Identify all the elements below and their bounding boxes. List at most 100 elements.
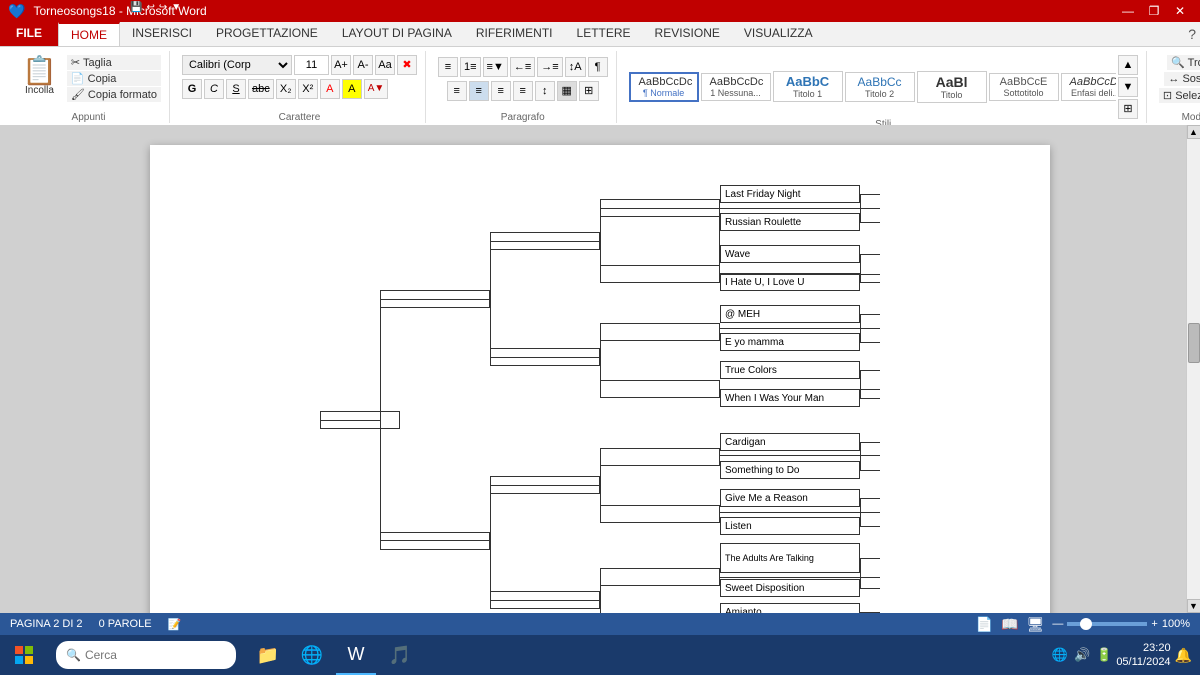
styles-scroll-up[interactable]: ▲ (1118, 55, 1138, 75)
subscript-button[interactable]: X₂ (276, 79, 296, 99)
tab-lettere[interactable]: LETTERE (565, 22, 643, 46)
maximize-button[interactable]: ❐ (1142, 2, 1166, 20)
line-7b (860, 588, 880, 589)
taskbar-explorer[interactable]: 📁 (248, 635, 288, 675)
style-normale[interactable]: AaBbCcDc ¶ Normale (629, 72, 699, 102)
align-center-button[interactable]: ≡ (469, 81, 489, 101)
sort-button[interactable]: ↕A (565, 57, 586, 77)
style-nessuna[interactable]: AaBbCcDc 1 Nessuna... (701, 73, 771, 101)
carattere-group: Calibri (Corp A+ A- Aa ✖ G C S abc X₂ X²… (174, 51, 426, 123)
song-6: E yo mamma (720, 333, 860, 351)
scroll-track (1187, 139, 1200, 599)
battery-icon[interactable]: 🔋 (1096, 647, 1112, 663)
r2-v-4 (600, 577, 601, 613)
paste-button[interactable]: 📋 Incolla (16, 55, 63, 98)
notification-icon[interactable]: 🔔 (1175, 647, 1192, 664)
r2-match-6 (600, 505, 720, 523)
tab-riferimenti[interactable]: RIFERIMENTI (464, 22, 565, 46)
justify-button[interactable]: ≡ (513, 81, 533, 101)
align-right-button[interactable]: ≡ (491, 81, 511, 101)
r2-match-7 (600, 568, 720, 586)
style-titolo[interactable]: AaBl Titolo (917, 71, 987, 103)
zoom-slider[interactable] (1067, 622, 1147, 626)
change-case-button[interactable]: Aa (375, 55, 395, 75)
text-color-button[interactable]: A▼ (364, 79, 389, 99)
song-14: Sweet Disposition (720, 579, 860, 597)
italic-button[interactable]: C (204, 79, 224, 99)
system-clock[interactable]: 23:20 05/11/2024 (1116, 641, 1170, 670)
proofing-icon[interactable]: 📝 (168, 618, 182, 631)
network-icon[interactable]: 🌐 (1052, 647, 1068, 663)
tab-file[interactable]: FILE (0, 22, 58, 46)
taskbar-chrome[interactable]: 🌐 (292, 635, 332, 675)
decrease-indent-button[interactable]: ←≡ (510, 57, 535, 77)
find-button[interactable]: 🔍 Trova ▼ (1167, 55, 1200, 70)
bold-button[interactable]: G (182, 79, 202, 99)
style-titolo2[interactable]: AaBbCc Titolo 2 (845, 72, 915, 102)
strikethrough-button[interactable]: abc (248, 79, 274, 99)
underline-button[interactable]: S (226, 79, 246, 99)
replace-button[interactable]: ↔ Sostituisci (1164, 72, 1200, 86)
taskbar-spotify[interactable]: 🎵 (380, 635, 420, 675)
tab-layout[interactable]: LAYOUT DI PAGINA (330, 22, 464, 46)
align-left-button[interactable]: ≡ (447, 81, 467, 101)
qa-redo[interactable]: ↪ (159, 2, 167, 13)
search-input[interactable] (85, 648, 215, 662)
tab-progettazione[interactable]: PROGETTAZIONE (204, 22, 330, 46)
font-grow-button[interactable]: A+ (331, 55, 351, 75)
song-12: Listen (720, 517, 860, 535)
format-copy-button[interactable]: 🖌 Copia formato (67, 87, 161, 102)
increase-indent-button[interactable]: →≡ (537, 57, 562, 77)
font-size-input[interactable] (294, 55, 329, 75)
view-reading[interactable]: 📖 (1001, 616, 1018, 633)
multilevel-button[interactable]: ≡▼ (483, 57, 508, 77)
borders-button[interactable]: ⊞ (579, 81, 599, 101)
styles-scroll-down[interactable]: ▼ (1118, 77, 1138, 97)
numbering-button[interactable]: 1≡ (460, 57, 481, 77)
bullets-button[interactable]: ≡ (438, 57, 458, 77)
tab-revisione[interactable]: REVISIONE (643, 22, 732, 46)
font-color-button[interactable]: A (320, 79, 340, 99)
qa-custom[interactable]: ▼ (171, 2, 181, 13)
view-layout[interactable]: 🖥 (1027, 616, 1045, 633)
superscript-button[interactable]: X² (298, 79, 318, 99)
line-5a (860, 442, 880, 443)
style-titolo1[interactable]: AaBbC Titolo 1 (773, 71, 843, 102)
r2-v-1 (600, 208, 601, 274)
clear-format-button[interactable]: ✖ (397, 55, 417, 75)
help-button[interactable]: ? (1188, 26, 1196, 42)
volume-icon[interactable]: 🔊 (1074, 647, 1090, 663)
tab-visualizza[interactable]: VISUALIZZA (732, 22, 825, 46)
select-button[interactable]: ⊡ Seleziona ▼ (1159, 88, 1200, 103)
scroll-thumb[interactable] (1188, 323, 1200, 363)
highlight-button[interactable]: A (342, 79, 362, 99)
qa-save[interactable]: 💾 (130, 2, 142, 13)
cut-button[interactable]: ✂ Taglia (67, 55, 161, 70)
scroll-up-button[interactable]: ▲ (1187, 125, 1200, 139)
taskbar-word[interactable]: W (336, 635, 376, 675)
zoom-level[interactable]: 100% (1162, 618, 1190, 630)
font-name-select[interactable]: Calibri (Corp (182, 55, 292, 75)
tab-home[interactable]: HOME (58, 22, 120, 46)
style-sottotitolo[interactable]: AaBbCcE Sottotitolo (989, 73, 1059, 101)
show-formatting-button[interactable]: ¶ (588, 57, 608, 77)
scroll-down-button[interactable]: ▼ (1187, 599, 1200, 613)
stili-group: AaBbCcDc ¶ Normale AaBbCcDc 1 Nessuna...… (621, 51, 1147, 123)
shading-button[interactable]: ▦ (557, 81, 577, 101)
line-spacing-button[interactable]: ↕ (535, 81, 555, 101)
close-button[interactable]: ✕ (1168, 2, 1192, 20)
tab-inserisci[interactable]: INSERISCI (120, 22, 204, 46)
styles-expand[interactable]: ⊞ (1118, 99, 1138, 119)
view-normal[interactable]: 📄 (976, 616, 993, 633)
song-13: The Adults Are Talking (720, 543, 860, 573)
start-button[interactable] (0, 635, 48, 675)
copy-button[interactable]: 📄 Copia (67, 71, 161, 86)
r1-r2-h3 (720, 328, 880, 329)
taskbar-search[interactable]: 🔍 (56, 641, 236, 669)
qa-undo[interactable]: ↩ (146, 2, 154, 13)
song-7: True Colors (720, 361, 860, 379)
style-enfasi[interactable]: AaBbCcDc Enfasi deli... (1061, 73, 1116, 101)
minimize-button[interactable]: — (1116, 2, 1140, 20)
title-bar: 💙 Torneosongs18 - Microsoft Word 💾 ↩ ↪ ▼… (0, 0, 1200, 22)
font-shrink-button[interactable]: A- (353, 55, 373, 75)
